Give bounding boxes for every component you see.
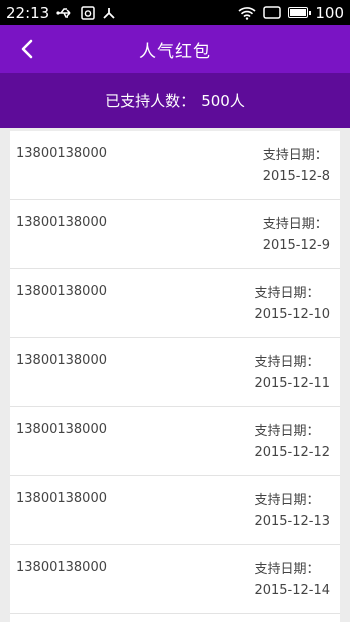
rotate-icon (263, 6, 282, 19)
supporter-phone: 13800138000 (16, 146, 107, 161)
status-time: 22:13 (6, 3, 50, 22)
support-date-block: 支持日期： 2015-12-11 (254, 352, 330, 394)
supporter-phone: 13800138000 (16, 422, 107, 437)
support-date-block: 支持日期： 2015-12-13 (254, 490, 330, 532)
battery-level: 100 (315, 3, 344, 22)
list-item: 13800138000 支持日期： 2015-12-9 (10, 200, 340, 269)
support-date-block: 支持日期： 2015-12-10 (254, 283, 330, 325)
usb-icon (56, 7, 74, 19)
page-title: 人气红包 (139, 41, 211, 62)
supporters-count: 500人 (201, 92, 245, 110)
support-date: 2015-12-9 (262, 238, 330, 253)
share-icon (102, 6, 116, 20)
image-notification-icon (81, 5, 95, 20)
support-date: 2015-12-13 (254, 514, 330, 529)
supporters-summary: 已支持人数： 500人 (0, 73, 350, 128)
supporters-label: 已支持人数： (105, 92, 196, 110)
back-button[interactable] (12, 25, 42, 73)
support-date-label: 支持日期： (254, 562, 320, 577)
chevron-left-icon (21, 39, 33, 59)
support-date: 2015-12-11 (254, 376, 330, 391)
support-date: 2015-12-8 (262, 169, 330, 184)
supporter-phone: 13800138000 (16, 560, 107, 575)
supporter-phone: 13800138000 (16, 284, 107, 299)
support-date-label: 支持日期： (254, 424, 320, 439)
supporter-phone: 13800138000 (16, 491, 107, 506)
list-item: 13800138000 支持日期： 2015-12-14 (10, 545, 340, 614)
wifi-icon (238, 6, 256, 20)
support-date-label: 支持日期： (254, 286, 320, 301)
support-date-label: 支持日期： (254, 493, 320, 508)
list-item: 13800138000 支持日期： 2015-12-11 (10, 338, 340, 407)
battery-icon (288, 7, 312, 18)
supporter-phone: 13800138000 (16, 215, 107, 230)
status-bar: 22:13 100 (0, 0, 350, 25)
list-item: 13800138000 支持日期： 2015-12-10 (10, 269, 340, 338)
support-date-block: 支持日期： 2015-12-8 (263, 145, 330, 187)
supporter-list[interactable]: 13800138000 支持日期： 2015-12-8 13800138000 … (10, 131, 340, 622)
support-date: 2015-12-10 (254, 307, 330, 322)
support-date: 2015-12-14 (254, 583, 330, 598)
list-item: 13800138000 支持日期： 2015-12-13 (10, 476, 340, 545)
list-item: 13800138000 支持日期： 2015-12-12 (10, 407, 340, 476)
title-bar: 人气红包 (0, 25, 350, 73)
list-item: 13800138000 支持日期： 2015-12-8 (10, 131, 340, 200)
support-date-block: 支持日期： 2015-12-14 (254, 559, 330, 601)
support-date-block: 支持日期： 2015-12-9 (263, 214, 330, 256)
support-date-label: 支持日期： (262, 148, 328, 163)
supporter-phone: 13800138000 (16, 353, 107, 368)
support-date-label: 支持日期： (262, 217, 328, 232)
support-date-block: 支持日期： 2015-12-12 (254, 421, 330, 463)
support-date: 2015-12-12 (254, 445, 330, 460)
support-date-label: 支持日期： (254, 355, 320, 370)
